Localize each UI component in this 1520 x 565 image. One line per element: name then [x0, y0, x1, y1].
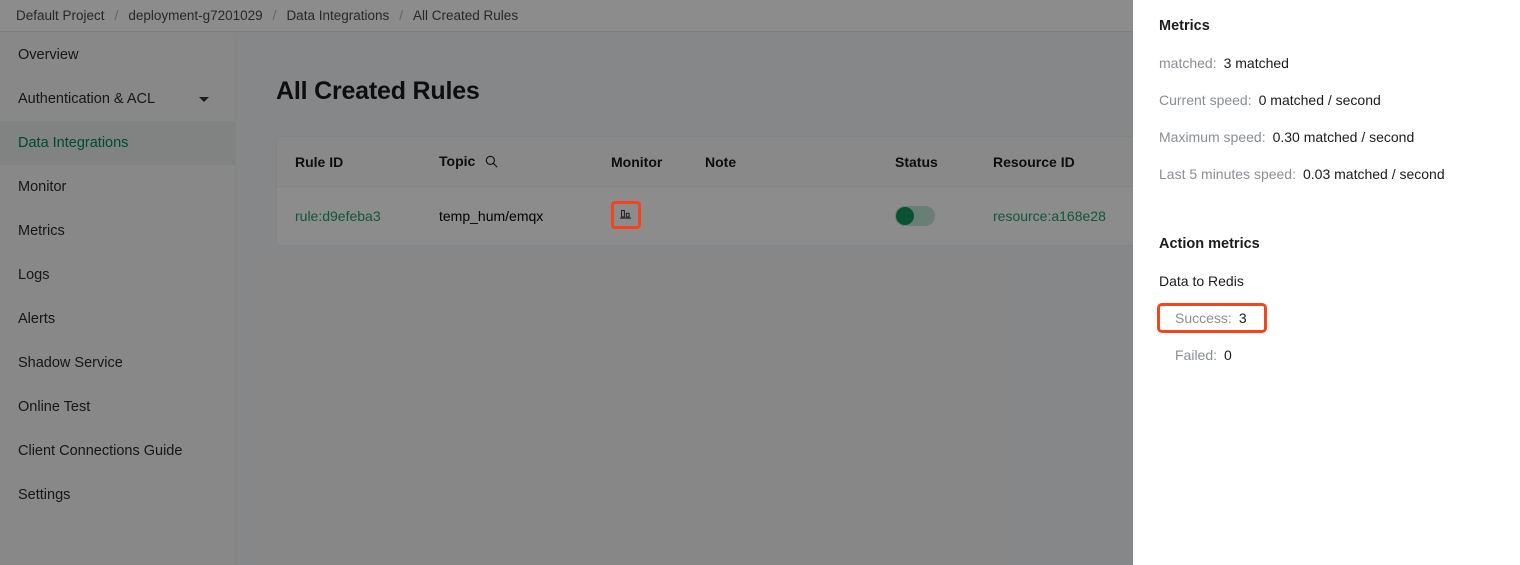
- metrics-heading: Metrics: [1159, 18, 1210, 34]
- metric-value: 3 matched: [1223, 55, 1289, 71]
- metric-label: Last 5 minutes speed:: [1159, 166, 1296, 182]
- action-stat-value: 0: [1224, 347, 1232, 363]
- action-metrics-heading: Action metrics: [1159, 236, 1260, 252]
- metric-value: 0.03 matched / second: [1302, 166, 1445, 182]
- metric-value: 0 matched / second: [1258, 92, 1381, 108]
- metric-label: matched:: [1159, 55, 1217, 71]
- action-failed: Failed: 0: [1175, 347, 1232, 363]
- modal-overlay[interactable]: [0, 0, 1133, 565]
- action-name: Data to Redis: [1159, 273, 1244, 289]
- highlight-box-success-metric: [1157, 303, 1267, 333]
- metric-last-5-minutes-speed: Last 5 minutes speed: 0.03 matched / seco…: [1159, 166, 1445, 182]
- metric-label: Current speed:: [1159, 92, 1252, 108]
- metrics-drawer: Metrics matched: 3 matched Current speed:…: [1133, 0, 1520, 565]
- metric-value: 0.30 matched / second: [1272, 129, 1415, 145]
- highlight-box-monitor-button: [611, 201, 641, 229]
- metric-matched: matched: 3 matched: [1159, 55, 1289, 71]
- metric-current-speed: Current speed: 0 matched / second: [1159, 92, 1381, 108]
- metric-label: Maximum speed:: [1159, 129, 1266, 145]
- action-stat-label: Failed:: [1175, 347, 1218, 363]
- metric-maximum-speed: Maximum speed: 0.30 matched / second: [1159, 129, 1414, 145]
